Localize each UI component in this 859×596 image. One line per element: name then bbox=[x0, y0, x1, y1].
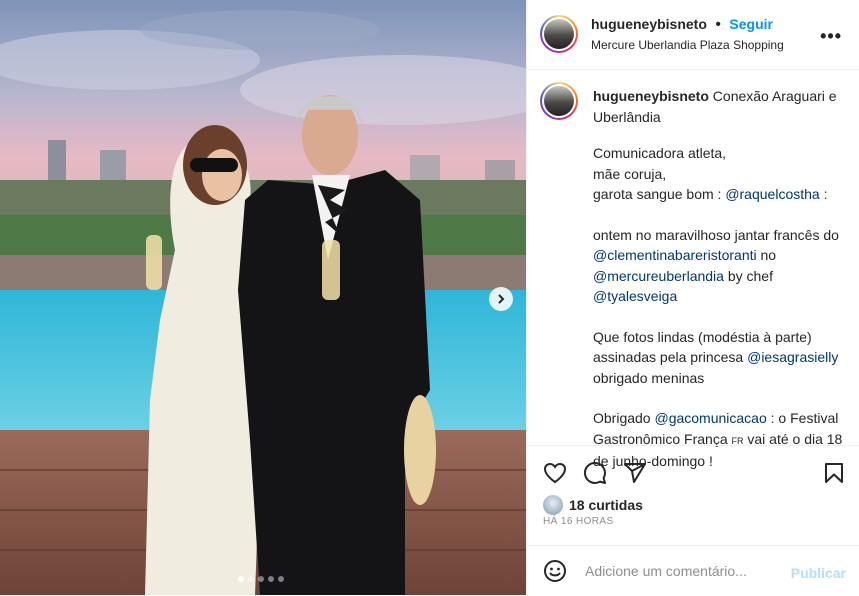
carousel-dot bbox=[238, 576, 244, 582]
caption-text: garota sangue bom : bbox=[593, 186, 726, 202]
caption-text: obrigado meninas bbox=[593, 369, 705, 386]
bookmark-icon[interactable] bbox=[822, 461, 846, 490]
mention-link[interactable]: @iesagrasielly bbox=[747, 349, 838, 365]
caption-text: : bbox=[819, 186, 828, 202]
emoji-icon[interactable] bbox=[543, 559, 567, 588]
likes-count[interactable]: 18 curtidas bbox=[569, 497, 643, 513]
publish-button[interactable]: Publicar bbox=[791, 565, 846, 581]
carousel-dot bbox=[258, 576, 264, 582]
username-link[interactable]: hugueneybisneto bbox=[591, 16, 707, 32]
location-link[interactable]: Mercure Uberlandia Plaza Shopping bbox=[591, 38, 784, 52]
liker-avatar bbox=[543, 495, 563, 515]
follow-button[interactable]: Seguir bbox=[729, 16, 773, 32]
caption: hugueneybisneto Conexão Araguari e Uberl… bbox=[593, 86, 843, 472]
carousel-dot bbox=[268, 576, 274, 582]
carousel-dot bbox=[248, 576, 254, 582]
carousel-dots bbox=[238, 576, 284, 582]
caption-text: Obrigado bbox=[593, 410, 655, 426]
caption-text: ontem no maravilhoso jantar francês do bbox=[593, 226, 839, 243]
comment-icon[interactable] bbox=[583, 461, 607, 490]
chevron-right-icon bbox=[495, 293, 507, 305]
comment-bar: Publicar bbox=[527, 545, 859, 596]
carousel-next-button[interactable] bbox=[489, 287, 513, 311]
mention-link[interactable]: @tyalesveiga bbox=[593, 288, 677, 304]
post-timestamp[interactable]: HÁ 16 HORAS bbox=[543, 516, 614, 527]
header-title-row: hugueneybisneto • Seguir bbox=[591, 16, 773, 34]
heart-icon[interactable] bbox=[543, 461, 567, 490]
post-side-panel: hugueneybisneto • Seguir Mercure Uberlan… bbox=[526, 0, 859, 595]
caption-text: by chef bbox=[723, 267, 773, 284]
share-icon[interactable] bbox=[623, 461, 647, 490]
photo-illustration bbox=[0, 0, 526, 595]
post-actions: 18 curtidas HÁ 16 HORAS bbox=[527, 445, 859, 546]
more-options-icon[interactable]: ••• bbox=[820, 26, 842, 47]
caption-line: Comunicadora atleta, bbox=[593, 145, 727, 161]
avatar[interactable] bbox=[540, 15, 578, 53]
comment-input[interactable] bbox=[583, 562, 787, 580]
mention-link[interactable]: @clementinabareristoranti bbox=[593, 247, 757, 263]
caption-text: no bbox=[756, 247, 777, 263]
separator-dot: • bbox=[715, 16, 721, 33]
mention-link[interactable]: @raquelcostha bbox=[725, 186, 819, 202]
carousel-dot bbox=[278, 576, 284, 582]
mention-link[interactable]: @gacomunicacao bbox=[654, 410, 766, 426]
flag-emoji: FR bbox=[731, 435, 744, 446]
post-header: hugueneybisneto • Seguir Mercure Uberlan… bbox=[527, 0, 859, 70]
caption-line: mãe coruja, bbox=[593, 165, 667, 182]
post-photo[interactable] bbox=[0, 0, 526, 595]
caption-username[interactable]: hugueneybisneto bbox=[593, 88, 709, 104]
likes-row[interactable]: 18 curtidas bbox=[543, 495, 643, 515]
mention-link[interactable]: @mercureuberlandia bbox=[593, 268, 724, 284]
caption-avatar[interactable] bbox=[540, 82, 578, 120]
